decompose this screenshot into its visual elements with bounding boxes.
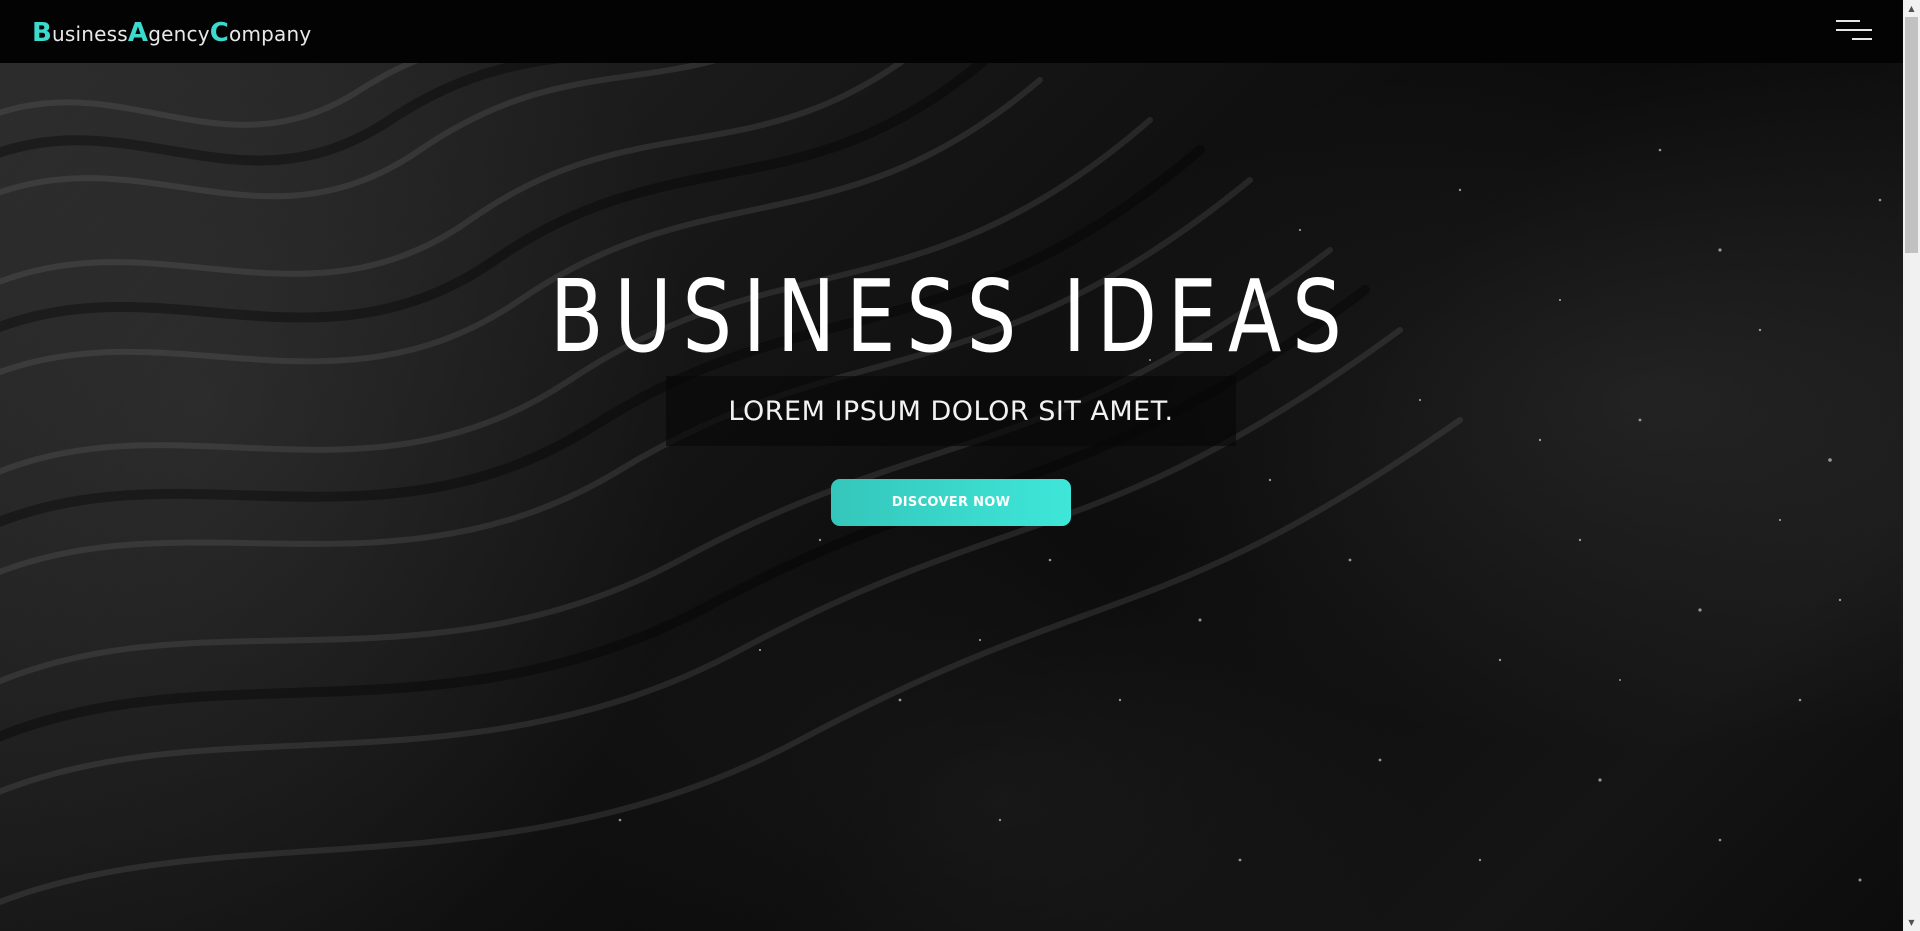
hero-subtitle-box: LOREM IPSUM DOLOR SIT AMET. xyxy=(666,376,1236,446)
hero-background xyxy=(0,0,1903,931)
scroll-up-arrow-icon[interactable]: ▲ xyxy=(1903,0,1920,17)
logo-word-agency: gency xyxy=(148,22,210,46)
vertical-scrollbar[interactable]: ▲ ▼ xyxy=(1903,0,1920,931)
menu-line-top xyxy=(1836,20,1860,22)
logo-initial-b: B xyxy=(32,18,53,48)
brand-logo[interactable]: BusinessAgencyCompany xyxy=(32,18,311,48)
logo-word-business: usiness xyxy=(52,22,128,46)
hero-subtitle: LOREM IPSUM DOLOR SIT AMET. xyxy=(728,395,1174,427)
scrollbar-thumb[interactable] xyxy=(1905,17,1918,253)
logo-word-company: ompany xyxy=(229,22,312,46)
menu-line-middle xyxy=(1836,29,1872,31)
hamburger-menu-icon[interactable] xyxy=(1836,20,1872,42)
scroll-down-arrow-icon[interactable]: ▼ xyxy=(1903,914,1920,931)
sand-texture xyxy=(0,0,1882,906)
hero-title: BUSINESS IDEAS xyxy=(550,258,1353,375)
page: BusinessAgencyCompany BUSINESS IDEAS LOR… xyxy=(0,0,1920,931)
discover-now-button[interactable]: DISCOVER NOW xyxy=(831,479,1071,526)
discover-now-label: DISCOVER NOW xyxy=(891,495,1011,510)
logo-initial-c: C xyxy=(209,18,230,48)
top-navigation-bar: BusinessAgencyCompany xyxy=(0,0,1903,63)
menu-line-bottom xyxy=(1852,38,1872,40)
logo-initial-a: A xyxy=(127,18,149,48)
